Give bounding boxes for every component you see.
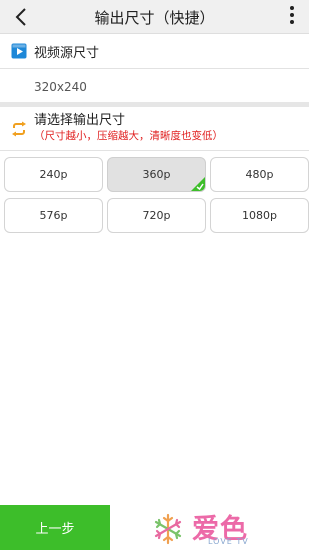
top-bar: 输出尺寸（快捷） [0,0,309,34]
source-size-value: 320x240 [34,80,87,94]
check-corner-icon [191,177,205,191]
previous-step-label: 上一步 [35,522,75,537]
output-hint: （尺寸越小，压缩越大，清晰度也变低） [34,130,223,142]
option-label: 480p [245,168,274,181]
bottom-bar: 上一步 爱色 LOVE TV [0,505,309,550]
size-option-240p[interactable]: 240p [4,157,103,192]
page-title: 输出尺寸（快捷） [94,9,215,27]
size-option-576p[interactable]: 576p [4,198,103,233]
option-label: 1080p [242,209,277,222]
divider [0,68,309,69]
output-label: 请选择输出尺寸 [34,113,126,128]
logo-subtext: LOVE TV [208,537,249,546]
size-option-720p[interactable]: 720p [107,198,206,233]
video-icon [11,43,27,59]
snowflake-icon [154,513,182,545]
source-section-header: 视频源尺寸 [0,34,309,68]
swap-icon [12,121,26,137]
previous-step-button[interactable]: 上一步 [0,505,110,550]
option-label: 720p [142,209,171,222]
size-option-1080p[interactable]: 1080p [210,198,309,233]
source-label: 视频源尺寸 [34,46,100,61]
size-option-360p[interactable]: 360p [107,157,206,192]
more-vert-icon[interactable] [289,6,295,28]
size-option-480p[interactable]: 480p [210,157,309,192]
divider [0,150,309,151]
option-label: 576p [39,209,68,222]
brand-logo: 爱色 LOVE TV [150,505,270,550]
option-label: 360p [142,168,171,181]
option-label: 240p [39,168,68,181]
